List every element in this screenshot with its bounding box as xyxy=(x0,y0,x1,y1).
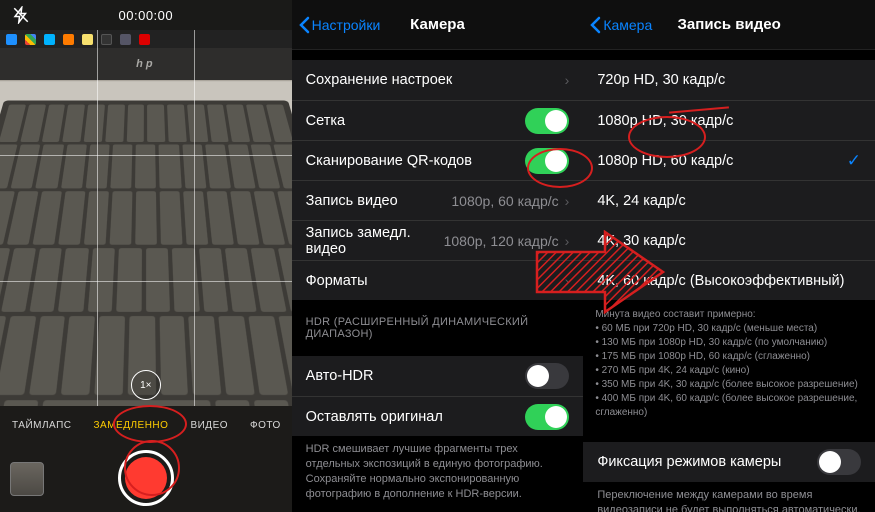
camera-mode-strip[interactable]: ТАЙМЛАПС ЗАМЕДЛЕННО ВИДЕО ФОТО xyxy=(0,406,292,444)
opt-4k-30[interactable]: 4K, 30 кадр/с xyxy=(583,220,875,260)
hp-logo: hp xyxy=(136,58,155,70)
info-line: 270 МБ при 4K, 24 кадр/с (кино) xyxy=(595,364,863,378)
row-label: 4K, 24 кадр/с xyxy=(597,193,861,209)
nav-bar: Настройки Камера xyxy=(292,0,584,50)
row-value: 1080p, 120 кадр/с xyxy=(444,233,559,249)
row-preserve-settings[interactable]: Сохранение настроек › xyxy=(292,60,584,100)
shutter-button[interactable] xyxy=(118,450,174,506)
row-formats[interactable]: Форматы › xyxy=(292,260,584,300)
info-line: 130 МБ при 1080p HD, 30 кадр/с (по умолч… xyxy=(595,336,863,350)
info-line: 400 МБ при 4K, 60 кадр/с (более высокое … xyxy=(595,392,863,420)
video-sizes-info: Минута видео составит примерно: 60 МБ пр… xyxy=(583,300,875,432)
flash-off-icon[interactable] xyxy=(12,6,30,24)
row-record-slomo[interactable]: Запись замедл. видео 1080p, 120 кадр/с › xyxy=(292,220,584,260)
last-capture-thumbnail[interactable] xyxy=(10,462,44,496)
opt-1080-30[interactable]: 1080p HD, 30 кадр/с xyxy=(583,100,875,140)
lock-footer: Переключение между камерами во время вид… xyxy=(583,482,875,512)
page-title: Камера xyxy=(410,16,465,33)
row-keep-original[interactable]: Оставлять оригинал xyxy=(292,396,584,436)
back-button[interactable]: Настройки xyxy=(298,0,381,49)
mode-slomo[interactable]: ЗАМЕДЛЕННО xyxy=(94,420,169,431)
camera-panel: 00:00:00 hp xyxy=(0,0,292,512)
row-label: Сетка xyxy=(306,113,526,129)
toggle-qr[interactable] xyxy=(525,148,569,174)
opt-4k-24[interactable]: 4K, 24 кадр/с xyxy=(583,180,875,220)
row-label: Сканирование QR-кодов xyxy=(306,153,526,169)
toggle-lock-camera[interactable] xyxy=(817,449,861,475)
laptop-bezel: hp xyxy=(0,48,292,80)
info-line: 175 МБ при 1080p HD, 60 кадр/с (сглаженн… xyxy=(595,350,863,364)
toggle-grid[interactable] xyxy=(525,108,569,134)
viewfinder-preview: hp xyxy=(0,48,292,406)
opt-1080-60[interactable]: 1080p HD, 60 кадр/с✓ xyxy=(583,140,875,180)
camera-bottom-bar: ТАЙМЛАПС ЗАМЕДЛЕННО ВИДЕО ФОТО xyxy=(0,406,292,512)
chevron-right-icon: › xyxy=(565,273,570,289)
row-record-video[interactable]: Запись видео 1080p, 60 кадр/с › xyxy=(292,180,584,220)
row-grid[interactable]: Сетка xyxy=(292,100,584,140)
row-label: Запись видео xyxy=(306,193,452,209)
settings-camera-panel: Настройки Камера Сохранение настроек › С… xyxy=(292,0,584,512)
row-qr[interactable]: Сканирование QR-кодов xyxy=(292,140,584,180)
row-label: 1080p HD, 60 кадр/с xyxy=(597,153,846,169)
opt-720-30[interactable]: 720p HD, 30 кадр/с xyxy=(583,60,875,100)
info-line: 60 МБ при 720p HD, 30 кадр/с (меньше мес… xyxy=(595,322,863,336)
row-label: 1080p HD, 30 кадр/с xyxy=(597,113,861,129)
checkmark-icon: ✓ xyxy=(847,151,861,171)
section-header-hdr: HDR (РАСШИРЕННЫЙ ДИНАМИЧЕСКИЙ ДИАПАЗОН) xyxy=(292,300,584,346)
info-line: 350 МБ при 4K, 30 кадр/с (более высокое … xyxy=(595,378,863,392)
camera-top-bar: 00:00:00 xyxy=(0,0,292,30)
chrome-icon xyxy=(25,34,36,45)
row-label: Авто-HDR xyxy=(306,368,526,384)
opt-4k-60[interactable]: 4K, 60 кадр/с (Высокоэффективный) xyxy=(583,260,875,300)
mode-timelapse[interactable]: ТАЙМЛАПС xyxy=(12,420,72,431)
row-label: 720p HD, 30 кадр/с xyxy=(597,72,861,88)
zoom-value: 1× xyxy=(140,380,151,391)
page-title: Запись видео xyxy=(678,16,781,33)
back-label: Настройки xyxy=(312,17,381,33)
row-value: 1080p, 60 кадр/с xyxy=(451,193,558,209)
chevron-right-icon: › xyxy=(565,233,570,249)
back-label: Камера xyxy=(603,17,652,33)
info-head: Минута видео составит примерно: xyxy=(595,308,863,322)
mode-photo[interactable]: ФОТО xyxy=(250,420,281,431)
row-auto-hdr[interactable]: Авто-HDR xyxy=(292,356,584,396)
row-label: Запись замедл. видео xyxy=(306,225,444,257)
settings-video-panel: Камера Запись видео 720p HD, 30 кадр/с 1… xyxy=(583,0,875,512)
row-label: 4K, 30 кадр/с xyxy=(597,233,861,249)
nav-bar: Камера Запись видео xyxy=(583,0,875,50)
recording-timer: 00:00:00 xyxy=(119,8,174,23)
row-label: 4K, 60 кадр/с (Высокоэффективный) xyxy=(597,273,861,289)
row-label: Сохранение настроек xyxy=(306,72,565,88)
row-label: Оставлять оригинал xyxy=(306,409,526,425)
row-label: Фиксация режимов камеры xyxy=(597,454,817,470)
zoom-indicator[interactable]: 1× xyxy=(131,370,161,400)
back-button[interactable]: Камера xyxy=(589,0,652,49)
row-lock-camera[interactable]: Фиксация режимов камеры xyxy=(583,442,875,482)
toggle-auto-hdr[interactable] xyxy=(525,363,569,389)
screenshot-taskbar xyxy=(0,30,292,48)
toggle-keep-original[interactable] xyxy=(525,404,569,430)
mode-video[interactable]: ВИДЕО xyxy=(190,420,228,431)
hdr-footer: HDR смешивает лучшие фрагменты трех отде… xyxy=(292,436,584,511)
row-label: Форматы xyxy=(306,273,565,289)
chevron-right-icon: › xyxy=(565,72,570,88)
chevron-right-icon: › xyxy=(565,193,570,209)
